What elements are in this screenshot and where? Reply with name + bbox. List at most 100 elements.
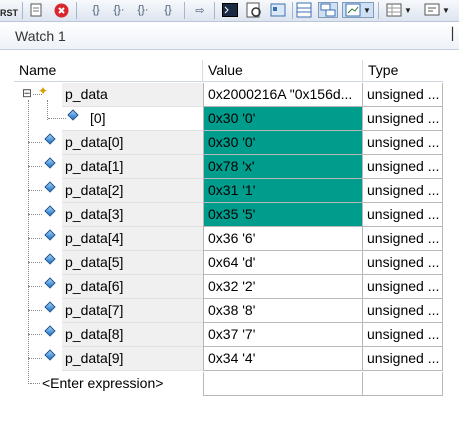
tree-connector [28, 358, 42, 359]
watch-icon[interactable]: ▼ [342, 2, 374, 18]
pointer-variable-icon: ✦ [38, 84, 49, 98]
variable-icon [44, 181, 56, 193]
tree-connector [48, 118, 66, 119]
variable-name[interactable]: p_data[5] [62, 251, 203, 275]
variable-icon [44, 205, 56, 217]
watch-row[interactable]: p_data[6] 0x32 '2' unsigned ... [0, 275, 459, 299]
brace-step-icon[interactable]: {}· [111, 2, 127, 18]
symbols-icon[interactable] [270, 2, 286, 18]
variable-value[interactable]: 0x78 'x' [203, 155, 363, 179]
variable-name[interactable]: p_data[9] [62, 347, 203, 371]
variable-icon [44, 229, 56, 241]
variable-name[interactable]: p_data[2] [62, 179, 203, 203]
variable-value[interactable]: 0x31 '1' [203, 179, 363, 203]
tree-connector [28, 166, 42, 167]
variable-type: unsigned ... [363, 299, 443, 323]
chevron-down-icon[interactable]: ▼ [404, 6, 412, 15]
variable-name[interactable]: p_data[3] [62, 203, 203, 227]
debug-toolbar: RST {} {}· {}· {} ⇨ ▼ ▼ ▼ [0, 0, 459, 22]
variable-type: unsigned ... [363, 323, 443, 347]
tree-connector [28, 142, 42, 143]
variable-icon [44, 325, 56, 337]
watch-row[interactable]: p_data[4] 0x36 '6' unsigned ... [0, 227, 459, 251]
brace-step-over-icon[interactable]: {}· [135, 2, 151, 18]
variable-type: unsigned ... [363, 203, 443, 227]
tree-connector [28, 190, 42, 191]
variable-type: unsigned ... [363, 251, 443, 275]
watch-row[interactable]: p_data[7] 0x38 '8' unsigned ... [0, 299, 459, 323]
variable-type: unsigned ... [363, 227, 443, 251]
brace-step-out-icon[interactable]: {} [160, 2, 176, 18]
watch-row[interactable]: [0] 0x30 '0' unsigned ... [0, 107, 459, 131]
variable-value[interactable]: 0x30 '0' [203, 131, 363, 155]
serial-icon[interactable]: ▼ [421, 2, 453, 18]
column-name-header[interactable]: Name [14, 60, 203, 81]
variable-type: unsigned ... [363, 131, 443, 155]
watch-row[interactable]: p_data[0] 0x30 '0' unsigned ... [0, 131, 459, 155]
page-icon[interactable] [28, 2, 44, 18]
column-header: Name Value Type [14, 60, 443, 82]
variable-name[interactable]: p_data[8] [62, 323, 203, 347]
watch-row[interactable]: p_data[3] 0x35 '5' unsigned ... [0, 203, 459, 227]
stop-icon[interactable] [53, 2, 69, 18]
pin-icon[interactable]: ▕ [444, 27, 453, 41]
brace-icon[interactable]: {} [88, 2, 104, 18]
watch-row[interactable]: p_data[1] 0x78 'x' unsigned ... [0, 155, 459, 179]
variable-value[interactable]: 0x32 '2' [203, 275, 363, 299]
command-window-icon[interactable] [222, 2, 238, 18]
enter-expression-row[interactable]: <Enter expression> [0, 372, 459, 396]
variable-value[interactable]: 0x2000216A "0x156d... [203, 83, 363, 107]
toolbar-separator [214, 2, 215, 19]
watch-panel-titlebar: Watch 1 ▕ [0, 22, 459, 50]
column-value-header[interactable]: Value [203, 60, 363, 81]
toolbar-separator [22, 2, 23, 19]
memory-icon[interactable]: ▼ [383, 2, 415, 18]
chevron-down-icon[interactable]: ▼ [363, 6, 371, 15]
registers-icon[interactable] [296, 2, 312, 18]
tree-connector [28, 334, 42, 335]
toolbar-separator [378, 2, 379, 19]
reset-label: RST [0, 8, 18, 18]
watch-row[interactable]: p_data[9] 0x34 '4' unsigned ... [0, 347, 459, 371]
toolbar-separator [292, 2, 293, 19]
variable-type: unsigned ... [363, 83, 443, 107]
variable-name[interactable]: p_data[6] [62, 275, 203, 299]
variable-name[interactable]: p_data[7] [62, 299, 203, 323]
variable-name[interactable]: [0] [82, 107, 203, 131]
variable-value[interactable]: 0x30 '0' [203, 107, 363, 131]
variable-value[interactable]: 0x35 '5' [203, 203, 363, 227]
variable-value[interactable]: 0x36 '6' [203, 227, 363, 251]
variable-value[interactable]: 0x64 'd' [203, 251, 363, 275]
variable-icon [44, 133, 56, 145]
reset-icon[interactable]: RST [0, 2, 18, 18]
variable-type: unsigned ... [363, 107, 443, 131]
watch-row[interactable]: p_data[5] 0x64 'd' unsigned ... [0, 251, 459, 275]
enter-expression-label[interactable]: <Enter expression> [38, 372, 202, 396]
variable-value[interactable]: 0x38 '8' [203, 299, 363, 323]
panel-title: Watch 1 [15, 28, 66, 44]
run-to-cursor-icon[interactable]: ⇨ [192, 2, 208, 18]
variable-name[interactable]: p_data[1] [62, 155, 203, 179]
toolbar-separator [184, 2, 185, 19]
tree-connector [28, 238, 42, 239]
disassembly-icon[interactable] [246, 2, 262, 18]
watch-row[interactable]: p_data[8] 0x37 '7' unsigned ... [0, 323, 459, 347]
column-type-header[interactable]: Type [363, 60, 443, 81]
call-stack-icon[interactable] [318, 2, 338, 18]
chevron-down-icon[interactable]: ▼ [442, 6, 450, 15]
variable-value[interactable]: 0x34 '4' [203, 347, 363, 371]
variable-name[interactable]: p_data[0] [62, 131, 203, 155]
tree-connector [28, 310, 42, 311]
variable-value[interactable]: 0x37 '7' [203, 323, 363, 347]
variable-type: unsigned ... [363, 275, 443, 299]
tree-connector [28, 286, 42, 287]
tree-connector [28, 262, 42, 263]
watch-row[interactable]: p_data[2] 0x31 '1' unsigned ... [0, 179, 459, 203]
variable-icon [44, 301, 56, 313]
watch-row[interactable]: ⊟ ✦ p_data 0x2000216A "0x156d... unsigned ..… [0, 83, 459, 107]
collapse-toggle-icon[interactable]: ⊟ [22, 87, 33, 99]
enter-expression-type [363, 372, 443, 396]
variable-name[interactable]: p_data [62, 83, 203, 107]
variable-name[interactable]: p_data[4] [62, 227, 203, 251]
variable-icon [44, 157, 56, 169]
